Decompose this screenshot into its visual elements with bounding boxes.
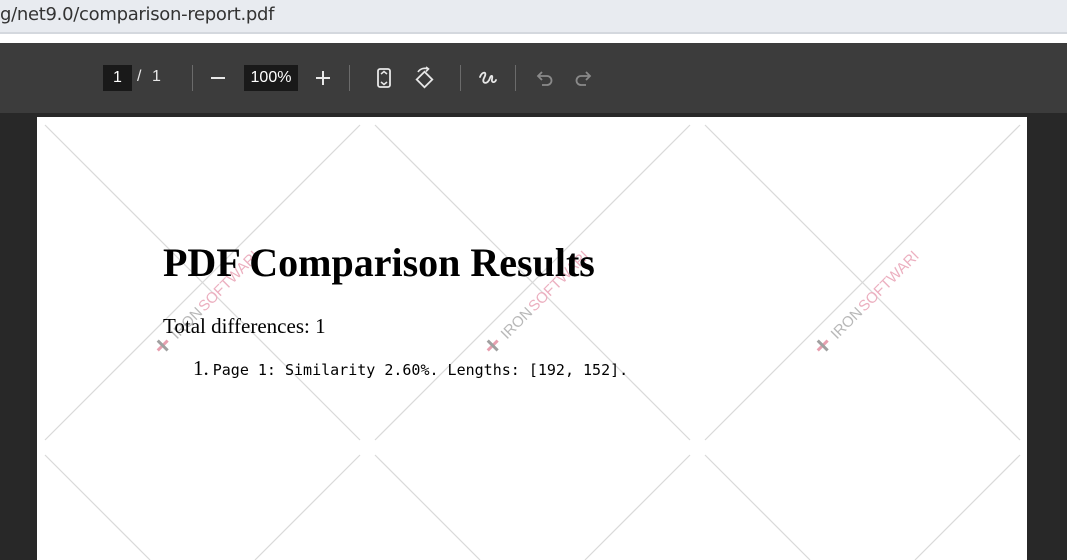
undo-icon [536, 71, 553, 86]
zoom-level-input[interactable]: 100% [244, 65, 298, 91]
undo-button[interactable] [530, 64, 558, 92]
fit-to-page-button[interactable] [370, 64, 398, 92]
zoom-out-button[interactable] [204, 64, 232, 92]
toolbar-divider [515, 65, 516, 91]
draw-icon [479, 71, 497, 84]
page-total: 1 [152, 68, 161, 85]
rotate-icon [415, 66, 434, 89]
fit-page-icon [377, 68, 391, 88]
draw-button[interactable] [474, 64, 502, 92]
address-bar[interactable]: g/net9.0/comparison-report.pdf [0, 0, 1067, 34]
zoom-in-button[interactable] [309, 64, 337, 92]
page-number-input[interactable]: 1 [103, 65, 132, 91]
toolbar-divider [460, 65, 461, 91]
toolbar-divider [349, 65, 350, 91]
toolbar-divider [192, 65, 193, 91]
total-differences: Total differences: 1 [163, 314, 326, 338]
document-title: PDF Comparison Results [163, 240, 595, 285]
list-item-number: 1. [193, 356, 209, 380]
pdf-toolbar: 1 / 1 100% [0, 43, 1067, 113]
differences-list: 1. Page 1: Similarity 2.60%. Lengths: [19… [193, 356, 628, 381]
list-item: Page 1: Similarity 2.60%. Lengths: [192,… [212, 361, 629, 379]
url-text[interactable]: g/net9.0/comparison-report.pdf [0, 4, 275, 25]
pdf-page: IRON SOFTWARE IRON SOFTWARE IRON SOFTWAR… [37, 117, 1027, 560]
address-bar-gap [0, 34, 1067, 43]
page-separator: / [137, 68, 142, 85]
minus-icon [211, 77, 225, 79]
plus-icon [316, 71, 330, 85]
redo-button[interactable] [570, 64, 598, 92]
redo-icon [575, 71, 592, 86]
rotate-button[interactable] [410, 64, 438, 92]
